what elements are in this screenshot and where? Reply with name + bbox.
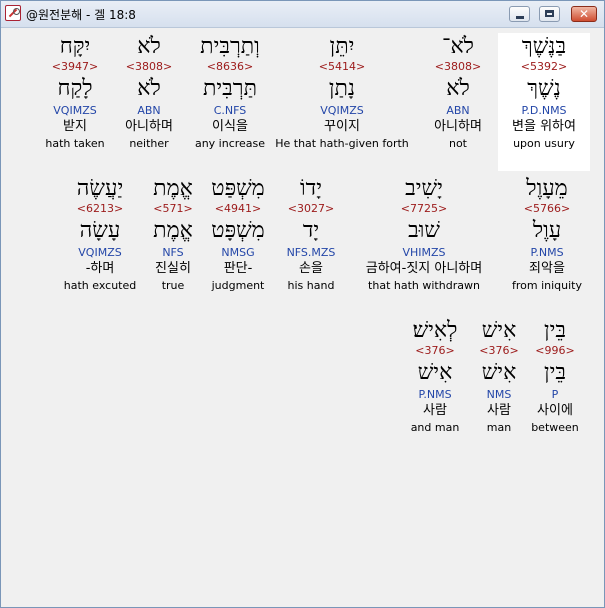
strong-number: <8636>	[206, 60, 254, 73]
english-gloss: hath excuted	[63, 279, 137, 292]
english-gloss: and man	[410, 421, 460, 434]
parsing-code: VQIMZS	[320, 104, 364, 117]
korean-gloss: 아니하며	[434, 119, 482, 134]
maximize-button[interactable]	[539, 6, 560, 22]
hebrew-surface: יַעֲשֶׂה	[76, 176, 124, 201]
strong-number: <376>	[415, 344, 455, 357]
strong-number: <5414>	[318, 60, 366, 73]
korean-gloss: 이식을	[212, 119, 248, 134]
interlinear-view: בַּנֶּשֶׁךְ <5392> נֶשֶׁךְ P.D.NMS 변을 위하…	[4, 30, 598, 606]
strong-number: <5392>	[520, 60, 568, 73]
hebrew-surface: מִשְׁפַּט	[211, 176, 265, 201]
english-gloss: that hath withdrawn	[368, 279, 480, 292]
strong-number: <7725>	[400, 202, 448, 215]
english-gloss: from iniquity	[511, 279, 582, 292]
hebrew-surface: מֵעָוֶל	[526, 176, 568, 201]
hebrew-surface: אֱמֶת	[153, 176, 193, 201]
hebrew-surface: לְאִישׁ׃	[412, 318, 458, 343]
parsing-code: NMS	[486, 388, 512, 401]
english-gloss: true	[161, 279, 185, 292]
strong-number: <4941>	[214, 202, 262, 215]
english-gloss: hath taken	[45, 137, 105, 150]
app-window: @원전분해 - 겔 18:8 ✕ בַּנֶּשֶׁךְ <5392> נֶשֶ…	[0, 0, 605, 608]
word-cell-yaaseh[interactable]: יַעֲשֶׂה <6213> עָשָׂה VQIMZS -하며 hath e…	[54, 175, 146, 293]
parsing-code: VQIMZS	[78, 246, 122, 259]
hebrew-lemma: שׁוּב	[408, 218, 440, 243]
korean-gloss: 진실히	[155, 261, 191, 276]
korean-gloss: 사람	[487, 403, 511, 418]
parsing-code: P.D.NMS	[521, 104, 567, 117]
word-cell-mishpat[interactable]: מִשְׁפַּט <4941> מִשְׁפָּט NMSG 판단- judg…	[194, 175, 282, 293]
hebrew-lemma: אִישׁ	[417, 360, 453, 385]
english-gloss: upon usury	[513, 137, 575, 150]
strong-number: <376>	[479, 344, 519, 357]
window-title: @원전분해 - 겔 18:8	[26, 8, 136, 22]
hebrew-surface: לֹא־	[442, 34, 474, 59]
korean-gloss: 받지	[63, 119, 87, 134]
word-cell-ish[interactable]: אִישׁ <376> אִישׁ NMS 사람 man	[469, 317, 529, 435]
hebrew-lemma: נֶשֶׁךְ	[527, 76, 561, 101]
parsing-code: NFS	[162, 246, 184, 259]
hebrew-lemma: אִישׁ	[481, 360, 517, 385]
strong-number: <3947>	[51, 60, 99, 73]
hebrew-surface: יִתֵּן	[329, 34, 355, 59]
close-icon: ✕	[578, 7, 590, 21]
english-gloss: He that hath-given forth	[275, 137, 409, 150]
close-button[interactable]: ✕	[571, 6, 597, 22]
word-cell-yiqqach[interactable]: יִקָּח <3947> לָקַח VQIMZS 받지 hath taken	[30, 33, 120, 151]
word-cell-yitten[interactable]: יִתֵּן <5414> נָתַן VQIMZS 꾸이지 He that h…	[272, 33, 412, 151]
hebrew-lemma: אֱמֶת	[153, 218, 193, 243]
word-cell-vetarbit[interactable]: וְתַרְבִּית <8636> תַּרְבִּית C.NFS 이식을 …	[184, 33, 276, 151]
korean-gloss: 판단-	[223, 261, 253, 276]
hebrew-surface: יִקָּח	[59, 34, 91, 59]
strong-number: <5766>	[523, 202, 571, 215]
word-cell-meavel[interactable]: מֵעָוֶל <5766> עָוֶל P.NMS 죄악을 from iniq…	[501, 175, 593, 293]
parsing-code: C.NFS	[213, 104, 247, 117]
title-bar[interactable]: @원전분해 - 겔 18:8 ✕	[1, 1, 604, 28]
word-cell-banneshek[interactable]: בַּנֶּשֶׁךְ <5392> נֶשֶׁךְ P.D.NMS 변을 위하…	[498, 33, 590, 171]
hebrew-lemma: לֹא	[446, 76, 470, 101]
korean-gloss: 꾸이지	[324, 119, 360, 134]
korean-gloss: 금하여-짓지 아니하며	[365, 261, 483, 276]
hebrew-surface: בַּנֶּשֶׁךְ	[521, 34, 567, 59]
word-cell-leish[interactable]: לְאִישׁ׃ <376> אִישׁ P.NMS 사람 and man	[400, 317, 470, 435]
word-cell-yashiv[interactable]: יָשִׁיב <7725> שׁוּב VHIMZS 금하여-짓지 아니하며 …	[354, 175, 494, 293]
minimize-icon	[516, 16, 524, 19]
app-icon[interactable]	[5, 5, 21, 21]
parsing-code: VHIMZS	[402, 246, 446, 259]
strong-number: <6213>	[76, 202, 124, 215]
korean-gloss: 죄악을	[529, 261, 565, 276]
parsing-code: P.NMS	[418, 388, 452, 401]
word-cell-emet[interactable]: אֱמֶת <571> אֱמֶת NFS 진실히 true	[140, 175, 206, 293]
hebrew-surface: אִישׁ	[481, 318, 517, 343]
strong-number: <571>	[153, 202, 193, 215]
hebrew-lemma: תַּרְבִּית	[202, 76, 257, 101]
hebrew-lemma: נָתַן	[328, 76, 356, 101]
parsing-code: NMSG	[221, 246, 255, 259]
parsing-code: ABN	[446, 104, 470, 117]
english-gloss: any increase	[194, 137, 266, 150]
parsing-code: P.NMS	[530, 246, 564, 259]
english-gloss: man	[486, 421, 512, 434]
hebrew-surface: וְתַרְבִּית	[200, 34, 260, 59]
hebrew-lemma: עָוֶל	[532, 218, 562, 243]
english-gloss: judgment	[211, 279, 265, 292]
strong-number: <3808>	[434, 60, 482, 73]
hebrew-lemma: עָשָׂה	[79, 218, 121, 243]
word-cell-lo-1[interactable]: לֹא־ <3808> לֹא ABN 아니하며 not	[412, 33, 504, 151]
parsing-code: VQIMZS	[53, 104, 97, 117]
maximize-icon	[545, 10, 554, 17]
english-gloss: not	[448, 137, 467, 150]
minimize-button[interactable]	[509, 6, 530, 22]
korean-gloss: -하며	[85, 261, 115, 276]
korean-gloss: 변을 위하여	[512, 119, 576, 134]
hebrew-surface: יָשִׁיב	[405, 176, 443, 201]
hebrew-lemma: מִשְׁפָּט	[211, 218, 265, 243]
hebrew-lemma: לָקַח	[57, 76, 93, 101]
korean-gloss: 사람	[423, 403, 447, 418]
